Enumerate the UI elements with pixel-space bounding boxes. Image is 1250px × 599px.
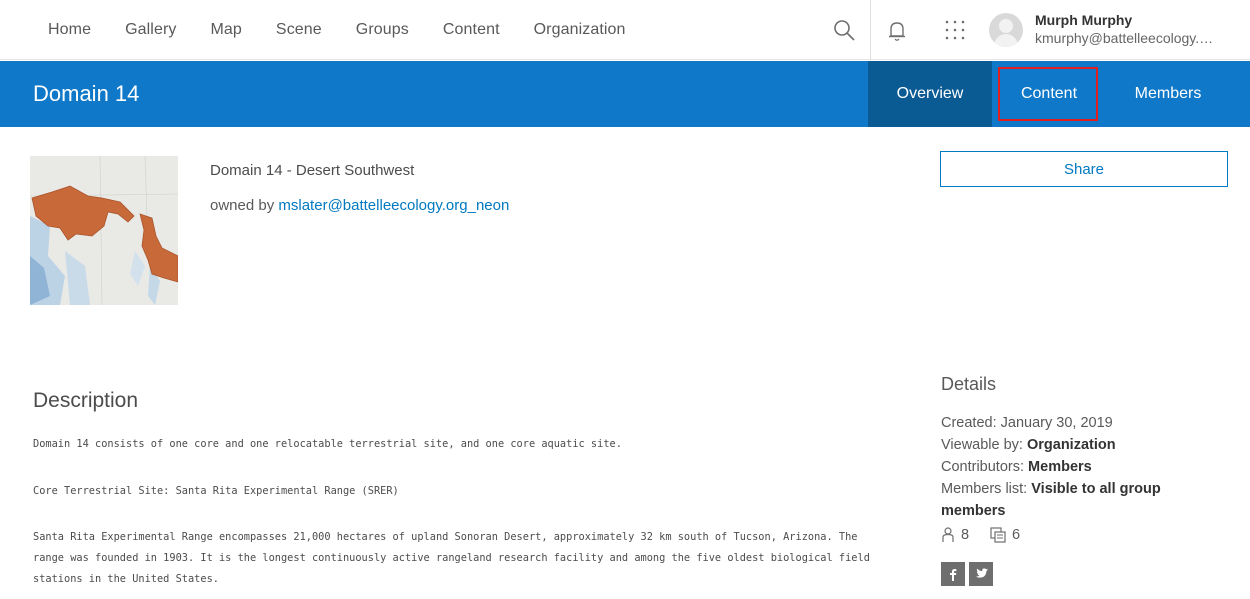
share-button[interactable]: Share <box>940 151 1228 187</box>
nav-gallery[interactable]: Gallery <box>125 21 176 39</box>
content-tab-highlight <box>998 67 1098 121</box>
viewable-by: Viewable by: Organization <box>941 434 1211 456</box>
owned-by-prefix: owned by <box>210 197 275 214</box>
tab-overview[interactable]: Overview <box>868 61 992 127</box>
group-title: Domain 14 <box>33 81 140 106</box>
nav-home[interactable]: Home <box>48 21 91 39</box>
items-icon <box>990 527 1006 543</box>
contributors-label: Contributors: <box>941 459 1025 475</box>
viewable-by-value: Organization <box>1026 437 1116 453</box>
nav-content[interactable]: Content <box>443 21 500 39</box>
member-icon <box>942 527 954 542</box>
created-date: Created: January 30, 2019 <box>941 415 1113 431</box>
description-paragraph: Domain 14 consists of one core and one r… <box>33 438 622 450</box>
owner-link[interactable]: mslater@battelleecology.org_neon <box>278 197 509 214</box>
avatar-head <box>999 19 1013 33</box>
group-full-name: Domain 14 - Desert Southwest <box>210 162 415 179</box>
item-count-value: 6 <box>1012 527 1021 543</box>
contributors-value: Members <box>1028 459 1092 475</box>
nav-groups[interactable]: Groups <box>356 21 409 39</box>
twitter-icon[interactable] <box>969 562 993 586</box>
owned-by: owned by mslater@battelleecology.org_neo… <box>210 197 509 214</box>
app-launcher-icon[interactable] <box>944 19 966 41</box>
description-heading: Description <box>33 389 139 412</box>
item-count[interactable]: 6 <box>990 527 1020 543</box>
member-count[interactable]: 8 <box>941 527 969 543</box>
nav-links: Home Gallery Map Scene Groups Content Or… <box>48 0 660 60</box>
nav-organization[interactable]: Organization <box>534 21 626 39</box>
details-heading: Details <box>941 374 997 394</box>
nav-divider <box>870 0 871 60</box>
nav-scene[interactable]: Scene <box>276 21 322 39</box>
contributors: Contributors: Members <box>941 456 1211 478</box>
facebook-icon[interactable] <box>941 562 965 586</box>
group-thumbnail <box>30 156 178 305</box>
nav-map[interactable]: Map <box>210 21 241 39</box>
top-navigation: Home Gallery Map Scene Groups Content Or… <box>0 0 1250 60</box>
user-name[interactable]: Murph Murphy <box>1035 12 1132 28</box>
avatar[interactable] <box>989 13 1023 47</box>
members-list-label: Members list: <box>941 481 1028 497</box>
tab-members[interactable]: Members <box>1106 61 1230 127</box>
bell-icon[interactable] <box>886 19 908 43</box>
viewable-by-label: Viewable by: <box>941 437 1023 453</box>
avatar-body <box>994 34 1018 47</box>
description-paragraph: Core Terrestrial Site: Santa Rita Experi… <box>33 485 399 497</box>
search-icon[interactable] <box>832 18 856 42</box>
description-paragraph: Santa Rita Experimental Range encompasse… <box>33 531 870 585</box>
member-count-value: 8 <box>961 527 970 543</box>
members-list: Members list: Visible to all group membe… <box>941 478 1211 522</box>
user-email[interactable]: kmurphy@battelleecology.org <box>1035 30 1215 46</box>
